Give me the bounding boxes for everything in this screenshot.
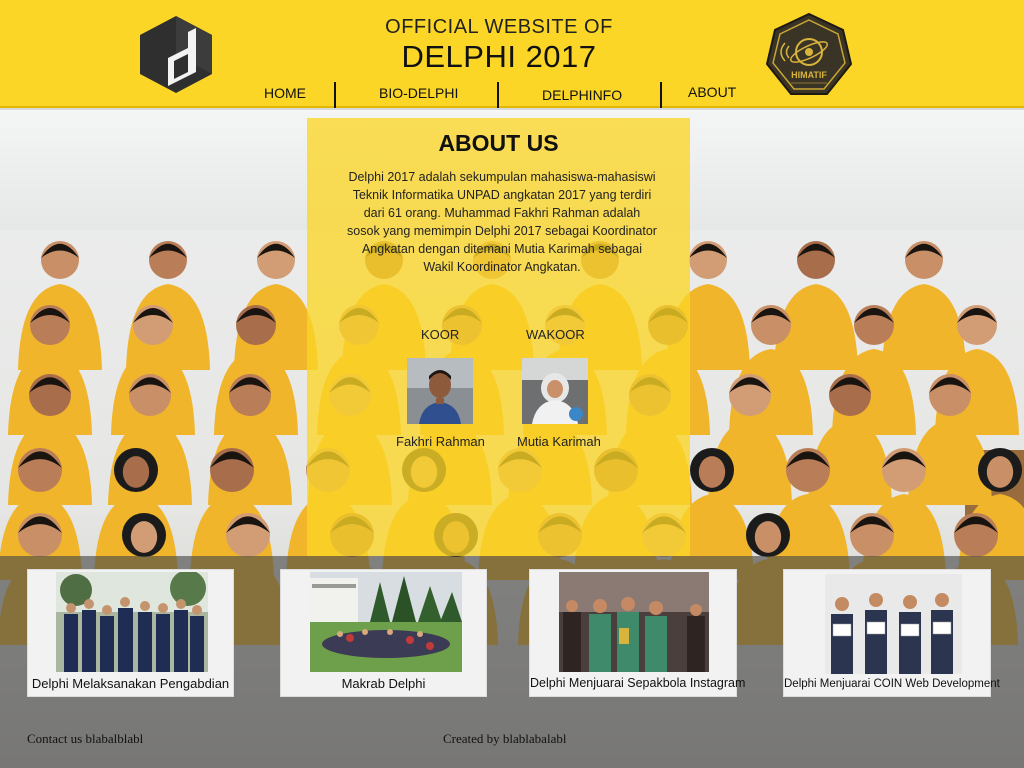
news-card-pengabdian[interactable]: Delphi Melaksanakan Pengabdian — [27, 569, 234, 697]
card-caption: Delphi Menjuarai COIN Web Development — [784, 678, 1000, 690]
student-face — [130, 521, 158, 553]
site-header: OFFICIAL WEBSITE OF DELPHI 2017 HOME BIO… — [0, 0, 1024, 108]
himatif-logo-text: HIMATIF — [791, 70, 827, 80]
student-face — [122, 456, 150, 488]
site-title: DELPHI 2017 — [401, 39, 597, 74]
nav-divider — [334, 82, 336, 108]
koor-role-label: KOOR — [421, 327, 460, 342]
student-face — [698, 456, 726, 488]
card-caption: Makrab Delphi — [341, 676, 426, 691]
koor-name: Fakhri Rahman — [396, 434, 485, 449]
about-description: Delphi 2017 adalah sekumpulan mahasiswa-… — [347, 170, 657, 274]
wakoor-name: Mutia Karimah — [517, 434, 601, 449]
wakoor-avatar — [522, 358, 588, 424]
wakoor-role-label: WAKOOR — [526, 327, 585, 342]
about-panel: ABOUT US Delphi 2017 adalah sekumpulan m… — [307, 118, 690, 556]
card-caption: Delphi Menjuarai Sepakbola Instagram — [530, 676, 746, 690]
about-title: ABOUT US — [438, 130, 559, 156]
nav-about[interactable]: ABOUT — [688, 84, 736, 100]
nav-delphinfo[interactable]: DELPHINFO — [542, 87, 622, 103]
card-photo — [825, 574, 962, 674]
student-face — [754, 521, 782, 553]
nav-home[interactable]: HOME — [264, 85, 306, 101]
nav-divider — [660, 82, 662, 108]
nav-divider — [497, 82, 499, 108]
site-subtitle: OFFICIAL WEBSITE OF — [385, 16, 613, 38]
main-nav: HOME BIO-DELPHI DELPHINFO ABOUT — [228, 82, 748, 108]
card-photo — [56, 572, 208, 672]
contact-text: Contact us blabalblabl — [27, 731, 144, 746]
card-photo — [559, 572, 709, 672]
delphi-logo-icon[interactable] — [138, 14, 214, 94]
created-by-text: Created by blablabalabl — [443, 731, 567, 746]
nav-bio-delphi[interactable]: BIO-DELPHI — [379, 85, 458, 101]
koor-avatar — [407, 358, 473, 424]
news-card-coin[interactable]: Delphi Menjuarai COIN Web Development — [783, 569, 1000, 697]
card-caption: Delphi Melaksanakan Pengabdian — [31, 676, 230, 691]
news-card-sepakbola[interactable]: Delphi Menjuarai Sepakbola Instagram — [529, 569, 746, 697]
news-card-makrab[interactable]: Makrab Delphi — [280, 569, 487, 697]
student-body — [882, 284, 966, 370]
himatif-emblem-icon[interactable]: HIMATIF — [765, 12, 853, 98]
card-photo — [310, 572, 462, 672]
student-face — [986, 456, 1014, 488]
